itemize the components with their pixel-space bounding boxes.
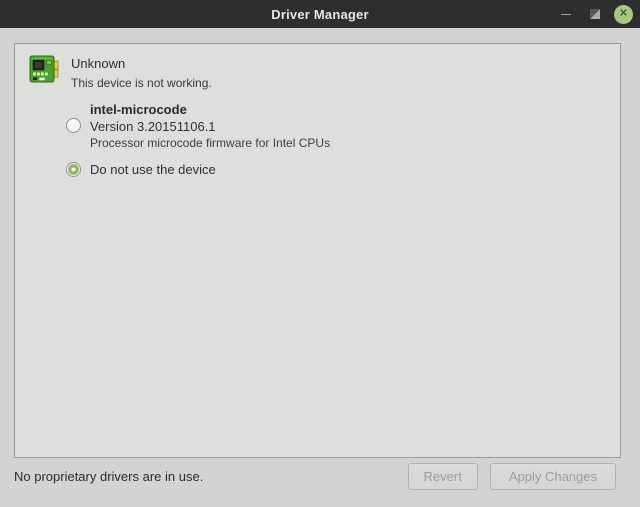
restore-icon [590, 9, 600, 19]
driver-options: intel-microcode Version 3.20151106.1 Pro… [66, 102, 620, 177]
driver-option-do-not-use[interactable]: Do not use the device [66, 162, 620, 177]
driver-description: Processor microcode firmware for Intel C… [90, 136, 331, 150]
status-text: No proprietary drivers are in use. [14, 469, 204, 484]
driver-version: Version 3.20151106.1 [90, 119, 216, 134]
radio-selected-icon[interactable] [66, 162, 81, 177]
device-header: Unknown This device is not working. [71, 53, 212, 90]
device-list-panel: Unknown This device is not working. inte… [14, 43, 621, 458]
device-row: Unknown This device is not working. [15, 44, 620, 90]
circuit-board-icon [29, 55, 59, 83]
window-controls: ✕ [556, 0, 633, 28]
driver-name: intel-microcode [90, 102, 187, 117]
driver-manager-window: Driver Manager ✕ Unknown This device is … [0, 0, 640, 507]
titlebar: Driver Manager ✕ [0, 0, 640, 28]
driver-option-labels: intel-microcode Version 3.20151106.1 Pro… [90, 102, 330, 150]
driver-option-intel-microcode[interactable]: intel-microcode Version 3.20151106.1 Pro… [66, 102, 620, 150]
footer-bar: No proprietary drivers are in use. Rever… [0, 446, 640, 507]
device-name: Unknown [71, 56, 126, 71]
radio-unselected-icon[interactable] [66, 118, 81, 133]
footer-buttons: Revert Apply Changes [407, 463, 616, 490]
close-icon: ✕ [618, 7, 629, 19]
revert-button[interactable]: Revert [407, 463, 478, 490]
maximize-button[interactable] [585, 4, 605, 24]
window-content: Unknown This device is not working. inte… [0, 28, 640, 507]
window-title: Driver Manager [271, 6, 369, 22]
apply-changes-button[interactable]: Apply Changes [489, 463, 616, 490]
minimize-button[interactable] [556, 4, 576, 24]
device-status: This device is not working. [71, 76, 212, 90]
minimize-icon [561, 13, 571, 15]
close-button[interactable]: ✕ [614, 4, 633, 24]
driver-option-label: Do not use the device [90, 162, 216, 177]
